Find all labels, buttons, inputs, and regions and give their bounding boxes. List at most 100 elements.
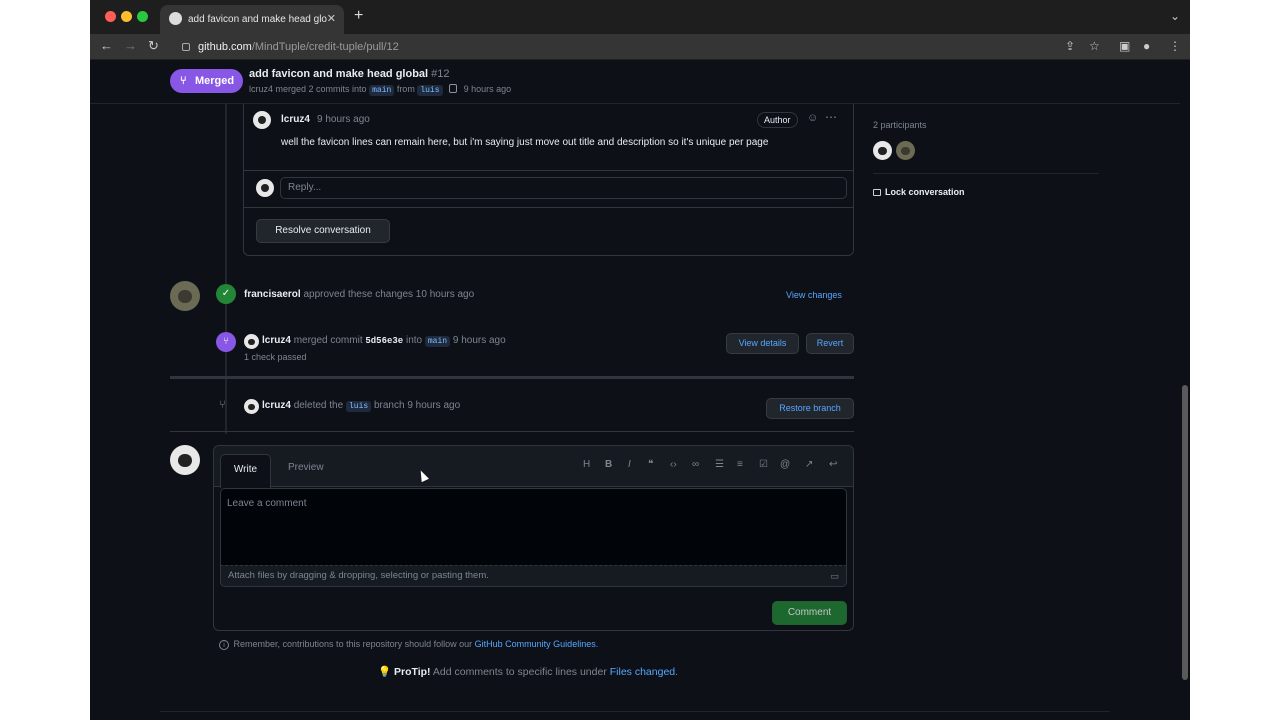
- pr-title-text: add favicon and make head global: [249, 68, 429, 80]
- protip-note: 💡 ProTip! Add comments to specific lines…: [378, 666, 679, 678]
- thread-divider: [244, 170, 853, 171]
- avatar[interactable]: [253, 111, 271, 129]
- protip-label: ProTip!: [394, 666, 431, 678]
- browser-tab[interactable]: add favicon and make head glo ✕: [160, 5, 344, 34]
- reply-input[interactable]: Reply...: [280, 177, 847, 199]
- copy-icon[interactable]: [449, 84, 458, 93]
- participants-label: 2 participants: [873, 120, 927, 130]
- guidelines-note: i Remember, contributions to this reposi…: [219, 639, 598, 650]
- tab-title: add favicon and make head glo: [188, 14, 327, 25]
- restore-branch-button[interactable]: Restore branch: [766, 398, 854, 419]
- approved-check-icon: ✓: [216, 284, 236, 304]
- deleted-user-link[interactable]: lcruz4: [262, 400, 291, 411]
- cross-reference-icon[interactable]: ↗: [805, 459, 813, 470]
- deleted-event: lcruz4 deleted the luis branch 9 hours a…: [262, 400, 460, 412]
- avatar[interactable]: [244, 334, 259, 349]
- heading-icon[interactable]: H: [583, 459, 590, 470]
- browser-window: add favicon and make head glo ✕ + ⌄ ← → …: [90, 0, 1190, 720]
- comment-time[interactable]: 9 hours ago: [317, 114, 370, 125]
- participant-avatar[interactable]: [896, 141, 915, 160]
- info-icon: i: [219, 640, 229, 650]
- close-window-button[interactable]: [105, 11, 116, 22]
- resolve-conversation-button[interactable]: Resolve conversation: [256, 219, 390, 243]
- numbered-list-icon[interactable]: ≡: [737, 459, 743, 470]
- base-branch-label[interactable]: main: [369, 85, 395, 96]
- pr-time: 9 hours ago: [463, 84, 512, 94]
- merged-user-link[interactable]: lcruz4: [262, 335, 291, 346]
- forward-icon[interactable]: →: [124, 38, 137, 53]
- merge-icon: ⑂: [180, 75, 187, 87]
- tab-preview[interactable]: Preview: [288, 462, 324, 473]
- lock-icon: [873, 189, 881, 196]
- comment-submit-button[interactable]: Comment: [772, 601, 847, 625]
- minimize-window-button[interactable]: [121, 11, 132, 22]
- reload-icon[interactable]: ↻: [148, 38, 159, 54]
- approved-event: francisaerol approved these changes 10 h…: [244, 289, 474, 300]
- github-icon: [169, 12, 182, 25]
- menu-kebab-icon[interactable]: ⋮: [1169, 39, 1181, 53]
- pr-merged-text: merged 2 commits into: [275, 84, 367, 94]
- saved-replies-icon[interactable]: ↩: [829, 459, 837, 470]
- mention-icon[interactable]: @: [780, 459, 790, 470]
- lock-conversation-link[interactable]: Lock conversation: [873, 187, 965, 197]
- comment-textarea[interactable]: Leave a comment: [220, 488, 847, 565]
- current-user-avatar[interactable]: [170, 445, 200, 475]
- deleted-suffix-text: branch: [373, 400, 405, 411]
- profile-icon[interactable]: ●: [1143, 39, 1150, 53]
- add-reaction-icon[interactable]: ☺: [807, 112, 818, 124]
- pr-subtitle: lcruz4 merged 2 commits into main from l…: [249, 84, 512, 96]
- checks-status[interactable]: 1 check passed: [244, 352, 307, 362]
- deleted-time[interactable]: 9 hours ago: [407, 400, 460, 411]
- view-details-button[interactable]: View details: [726, 333, 799, 354]
- link-icon[interactable]: ∞: [692, 459, 699, 470]
- timeline-separator: [170, 376, 854, 379]
- files-changed-link[interactable]: Files changed: [610, 666, 675, 678]
- task-list-icon[interactable]: ☑: [759, 459, 768, 470]
- pr-author-link[interactable]: lcruz4: [249, 84, 273, 94]
- italic-icon[interactable]: I: [628, 459, 631, 470]
- bookmark-star-icon[interactable]: ☆: [1089, 39, 1100, 53]
- new-tab-button[interactable]: +: [354, 7, 363, 25]
- scrollbar-thumb[interactable]: [1182, 385, 1188, 680]
- maximize-window-button[interactable]: [137, 11, 148, 22]
- pr-from-text: from: [396, 84, 415, 94]
- url-input[interactable]: github.com/MindTuple/credit-tuple/pull/1…: [172, 38, 1052, 57]
- merged-into-text: into: [405, 335, 423, 346]
- merged-branch-label[interactable]: main: [424, 336, 451, 347]
- deleted-text: deleted the: [293, 400, 344, 411]
- close-tab-icon[interactable]: ✕: [327, 12, 336, 25]
- attach-text: Attach files by dragging & dropping, sel…: [228, 570, 489, 581]
- lock-label: Lock conversation: [885, 187, 965, 197]
- commit-sha-link[interactable]: 5d56e3e: [365, 336, 403, 346]
- guidelines-link[interactable]: GitHub Community Guidelines: [475, 639, 596, 649]
- tab-write[interactable]: Write: [220, 454, 271, 488]
- timeline-line: [225, 104, 227, 434]
- lock-icon: [182, 43, 190, 51]
- merged-event: lcruz4 merged commit 5d56e3e into main 9…: [262, 335, 506, 347]
- view-changes-link[interactable]: View changes: [786, 290, 842, 300]
- markdown-icon[interactable]: ▭: [830, 566, 839, 586]
- pr-number: #12: [431, 68, 450, 80]
- more-options-icon[interactable]: ⋯: [825, 110, 837, 124]
- participant-avatar[interactable]: [873, 141, 892, 160]
- merged-time[interactable]: 9 hours ago: [453, 335, 506, 346]
- comment-author[interactable]: lcruz4: [281, 114, 310, 125]
- quote-icon[interactable]: ❝: [648, 459, 653, 470]
- sidebar-toggle-icon[interactable]: ▣: [1119, 39, 1130, 53]
- back-icon[interactable]: ←: [100, 38, 113, 53]
- review-thread: lcruz4 9 hours ago Author ☺ ⋯ well the f…: [243, 104, 854, 256]
- avatar: [256, 179, 274, 197]
- approved-user-link[interactable]: francisaerol: [244, 289, 301, 300]
- bulleted-list-icon[interactable]: ☰: [715, 459, 724, 470]
- footer-divider: [160, 711, 1110, 712]
- avatar[interactable]: [170, 281, 200, 311]
- avatar[interactable]: [244, 399, 259, 414]
- tab-list-chevron-icon[interactable]: ⌄: [1170, 9, 1180, 23]
- code-icon[interactable]: ‹›: [670, 459, 677, 470]
- share-icon[interactable]: ⇪: [1065, 39, 1075, 53]
- bold-icon[interactable]: B: [605, 459, 612, 470]
- revert-button[interactable]: Revert: [806, 333, 854, 354]
- approved-time[interactable]: 10 hours ago: [416, 289, 474, 300]
- head-branch-label[interactable]: luis: [417, 85, 443, 96]
- attach-files-bar[interactable]: Attach files by dragging & dropping, sel…: [220, 565, 847, 587]
